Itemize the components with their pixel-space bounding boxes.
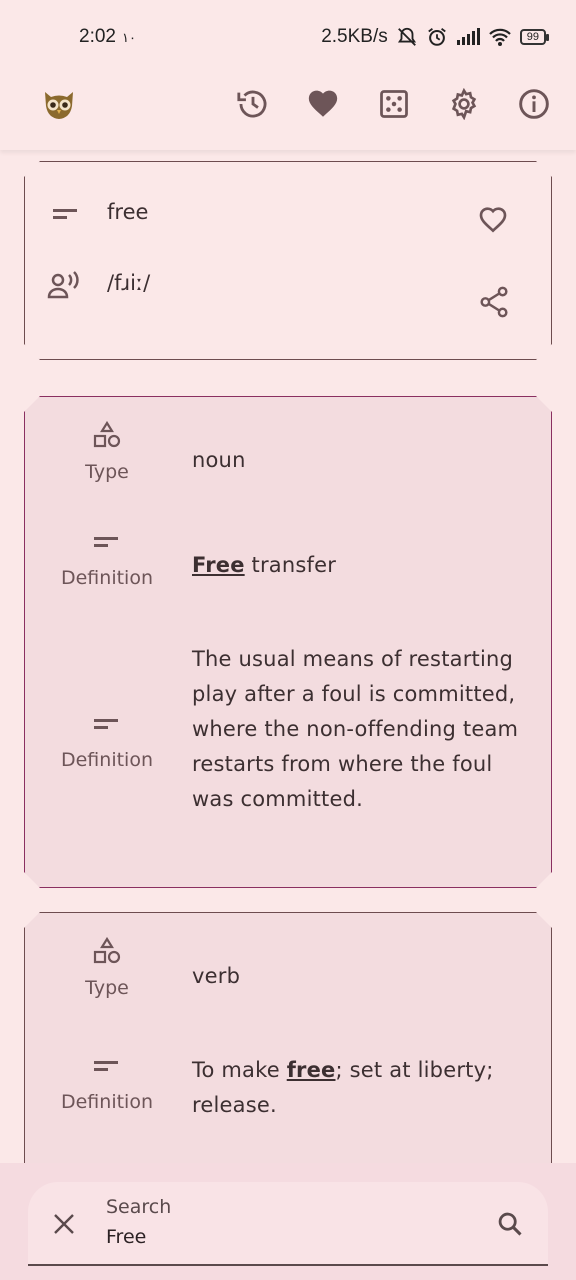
info-icon[interactable] xyxy=(516,86,552,122)
random-dice-icon[interactable] xyxy=(376,86,412,122)
pronunciation-text: /fɹiː/ xyxy=(107,271,151,295)
mute-icon xyxy=(397,27,416,46)
network-speed: 2.5KB/s xyxy=(321,26,388,47)
status-icons: 2.5KB/s 99 xyxy=(321,26,550,48)
definition-label-block: Definition xyxy=(47,1051,167,1113)
app-bar xyxy=(0,76,576,150)
favorites-icon[interactable] xyxy=(305,86,341,122)
word-text: free xyxy=(107,200,149,224)
type-label-block: Type xyxy=(47,937,167,999)
definition-text: The usual means of restarting play after… xyxy=(192,647,519,811)
type-value: verb xyxy=(192,964,241,988)
battery-icon: 99 xyxy=(519,29,550,45)
type-value: noun xyxy=(192,448,246,472)
word-card: free /fɹiː/ xyxy=(24,161,552,360)
status-bar: 2:02 ١٠ 2.5KB/s 99 xyxy=(0,0,576,76)
shapes-icon xyxy=(47,937,167,967)
search-input[interactable]: Free xyxy=(106,1226,146,1248)
definition-keyword[interactable]: free xyxy=(287,1058,336,1082)
definition-keyword[interactable]: Free xyxy=(192,553,245,577)
search-icon[interactable] xyxy=(496,1210,524,1242)
type-label: Type xyxy=(85,977,129,999)
search-field[interactable]: Search Free xyxy=(28,1182,548,1266)
definition-label: Definition xyxy=(60,567,153,589)
definition-label: Definition xyxy=(60,749,153,771)
definition-label-block: Definition xyxy=(47,527,167,589)
word-notes-icon xyxy=(53,206,79,226)
share-icon[interactable] xyxy=(479,286,509,322)
favorite-word-icon[interactable] xyxy=(477,204,509,240)
pronunciation-icon[interactable] xyxy=(47,270,83,304)
notes-icon xyxy=(47,527,167,557)
notes-icon xyxy=(47,709,167,739)
history-icon[interactable] xyxy=(235,86,271,122)
definition-label-block: Definition xyxy=(47,709,167,771)
search-label: Search xyxy=(106,1196,172,1218)
owl-logo-icon xyxy=(41,86,77,122)
notes-icon xyxy=(47,1051,167,1081)
definition-text: To make free; set at liberty; release. xyxy=(192,1058,494,1117)
wifi-icon xyxy=(488,28,511,46)
definition-card-noun: Type noun Definition Free transfer Defin… xyxy=(24,396,552,888)
alarm-icon xyxy=(427,28,446,46)
signal-icon xyxy=(456,28,480,45)
definition-label: Definition xyxy=(60,1091,153,1113)
status-time: 2:02 ١٠ xyxy=(79,26,136,47)
definition-text: Free transfer xyxy=(192,553,337,577)
type-label: Type xyxy=(85,461,129,483)
type-label-block: Type xyxy=(47,421,167,483)
settings-gear-icon[interactable] xyxy=(446,86,482,122)
clear-search-icon[interactable] xyxy=(52,1212,76,1240)
shapes-icon xyxy=(47,421,167,451)
